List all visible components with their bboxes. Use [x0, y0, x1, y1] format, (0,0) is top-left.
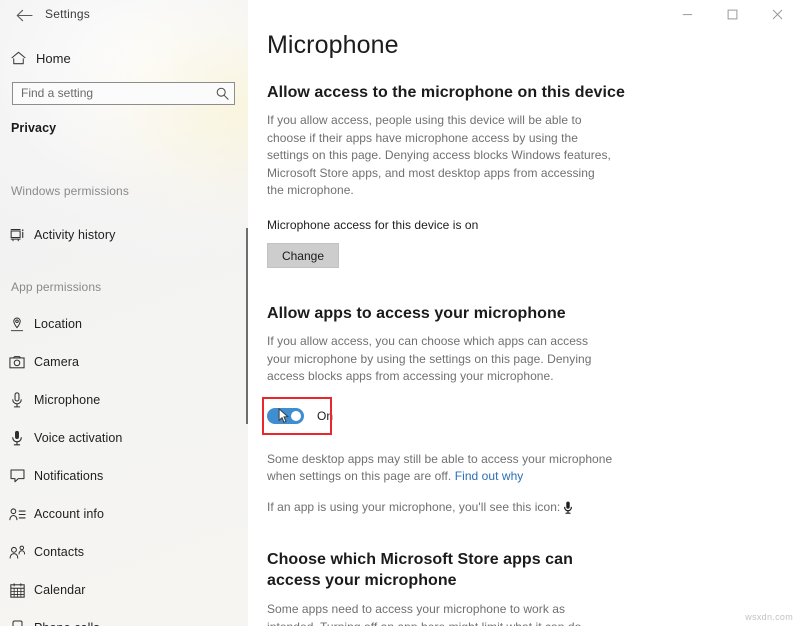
sidebar-item-label: Microphone — [34, 393, 101, 407]
store-apps-body: Some apps need to access your microphone… — [267, 602, 585, 626]
location-icon — [0, 317, 34, 332]
app-title: Settings — [45, 7, 90, 21]
sidebar-item-camera[interactable]: Camera — [0, 349, 248, 375]
change-button[interactable]: Change — [267, 243, 339, 268]
device-access-heading: Allow access to the microphone on this d… — [267, 84, 625, 101]
settings-window: Settings Home Find a setting Privacy Win… — [0, 0, 800, 626]
back-button[interactable] — [9, 2, 39, 28]
close-button[interactable] — [755, 0, 800, 29]
sidebar-item-account-info[interactable]: Account info — [0, 501, 248, 527]
sidebar-item-label: Contacts — [34, 545, 85, 559]
sidebar: Settings Home Find a setting Privacy Win… — [0, 0, 249, 626]
sidebar-item-location[interactable]: Location — [0, 311, 248, 337]
main-content: Microphone Allow access to the microphon… — [248, 0, 800, 626]
toggle-state-label: On — [317, 408, 334, 423]
voice-activation-icon — [0, 430, 34, 446]
sidebar-group-app-permissions: App permissions — [11, 280, 102, 294]
camera-icon — [0, 355, 34, 369]
allow-apps-toggle-group: On — [262, 396, 334, 435]
minimize-button[interactable] — [665, 0, 710, 29]
sidebar-item-notifications[interactable]: Notifications — [0, 463, 248, 489]
activity-history-icon — [0, 228, 34, 242]
calendar-icon — [0, 582, 34, 598]
sidebar-item-label: Notifications — [34, 469, 104, 483]
notifications-icon — [0, 469, 34, 484]
window-controls — [665, 0, 800, 29]
allow-apps-heading: Allow apps to access your microphone — [267, 305, 566, 322]
find-out-why-link[interactable]: Find out why — [455, 469, 524, 483]
sidebar-item-activity-history[interactable]: Activity history — [0, 222, 248, 248]
microphone-icon — [0, 392, 34, 408]
device-access-status: Microphone access for this device is on — [267, 217, 479, 232]
sidebar-category-privacy: Privacy — [11, 121, 57, 135]
toggle-knob — [291, 410, 301, 421]
account-info-icon — [0, 507, 34, 521]
home-icon — [0, 51, 36, 65]
settings-page-body: Microphone Allow access to the microphon… — [262, 30, 787, 626]
sidebar-item-microphone[interactable]: Microphone — [0, 387, 248, 413]
sidebar-item-label: Location — [34, 317, 83, 331]
store-apps-heading: Choose which Microsoft Store apps can ac… — [267, 551, 573, 589]
phone-calls-icon — [0, 620, 34, 626]
sidebar-item-label: Account info — [34, 507, 104, 521]
contacts-icon — [0, 545, 34, 559]
sidebar-item-home[interactable]: Home — [0, 44, 248, 72]
sidebar-item-voice-activation[interactable]: Voice activation — [0, 425, 248, 451]
sidebar-home-label: Home — [36, 50, 71, 66]
search-placeholder: Find a setting — [21, 86, 94, 100]
microphone-indicator-icon — [564, 501, 573, 520]
maximize-button[interactable] — [710, 0, 755, 29]
device-access-body: If you allow access, people using this d… — [267, 113, 611, 197]
titlebar-left: Settings — [0, 0, 248, 30]
using-microphone-note-text: If an app is using your microphone, you'… — [267, 499, 561, 514]
allow-apps-toggle[interactable] — [267, 407, 304, 424]
search-icon[interactable] — [210, 87, 234, 100]
watermark: wsxdn.com — [745, 612, 793, 622]
desktop-apps-note-text: Some desktop apps may still be able to a… — [267, 451, 613, 484]
allow-apps-body: If you allow access, you can choose whic… — [267, 334, 592, 383]
sidebar-item-calendar[interactable]: Calendar — [0, 577, 248, 603]
sidebar-item-label: Phone calls — [34, 621, 100, 626]
sidebar-item-label: Activity history — [34, 228, 116, 242]
sidebar-item-contacts[interactable]: Contacts — [0, 539, 248, 565]
sidebar-item-phone-calls[interactable]: Phone calls — [0, 615, 248, 626]
sidebar-item-label: Calendar — [34, 583, 86, 597]
using-microphone-note: If an app is using your microphone, you'… — [267, 499, 627, 520]
sidebar-item-label: Voice activation — [34, 431, 123, 445]
search-input[interactable]: Find a setting — [12, 82, 235, 105]
sidebar-item-label: Camera — [34, 355, 80, 369]
sidebar-group-windows-permissions: Windows permissions — [11, 184, 129, 198]
desktop-apps-note: Some desktop apps may still be able to a… — [267, 451, 617, 486]
page-title: Microphone — [267, 31, 399, 59]
